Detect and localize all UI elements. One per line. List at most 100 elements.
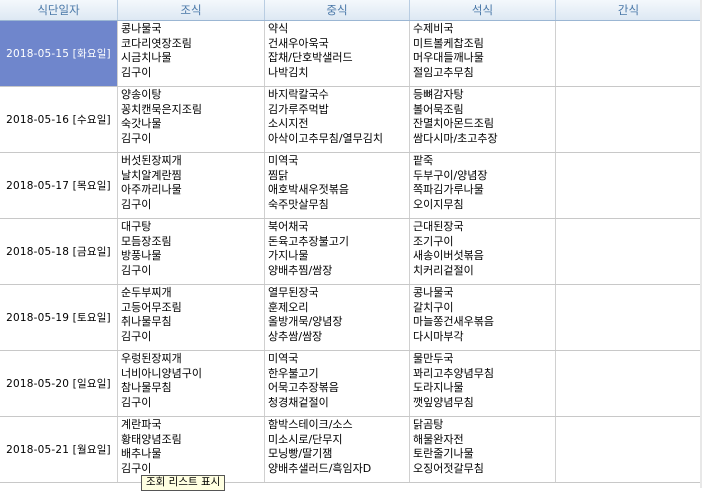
breakfast-cell[interactable]: 순두부찌개 고등어무조림 취나물무침 김구이 (118, 285, 265, 350)
dinner-cell[interactable]: 닭곰탕 해물완자전 토란줄기나물 오징어젓갈무침 (410, 417, 556, 482)
lunch-cell[interactable]: 북어채국 돈육고추장불고기 가지나물 양배추찜/쌈장 (265, 219, 410, 284)
menu-item: 김가루주먹밥 (268, 102, 329, 116)
lunch-cell[interactable]: 미역국 찜닭 애호박새우젓볶음 숙주맛살무침 (265, 153, 410, 218)
snack-cell[interactable] (556, 417, 702, 482)
menu-item: 도라지나물 (413, 381, 464, 394)
menu-item: 미역국 (268, 352, 299, 365)
lunch-cell[interactable]: 열무된장국 훈제오리 올방개묵/양념장 상추쌈/쌈장 (265, 285, 410, 350)
menu-item: 잡채/단호박샐러드 (268, 51, 353, 64)
menu-item: 콩나물국 (413, 286, 454, 299)
menu-item: 훈제오리 (268, 300, 309, 314)
snack-cell[interactable] (556, 21, 702, 86)
breakfast-cell[interactable]: 우렁된장찌개 너비아니양념구이 참나물무침 김구이 (118, 351, 265, 416)
menu-item: 코다리엿장조림 (121, 36, 192, 50)
menu-item: 닭곰탕 (413, 418, 444, 431)
header-snack[interactable]: 간식 (556, 0, 702, 20)
menu-item: 양송이탕 (121, 88, 162, 101)
table-row[interactable]: 2018-05-15 [화요일] 콩나물국 코다리엿장조림 시금치나물 김구이 약식 건새우… (0, 21, 702, 87)
header-breakfast[interactable]: 조식 (118, 0, 265, 20)
menu-item: 가지나물 (268, 249, 309, 262)
menu-item: 오징어젓갈무침 (413, 461, 484, 475)
menu-item: 콩나물국 (121, 22, 162, 35)
table-row[interactable]: 2018-05-16 [수요일] 양송이탕 꽁치캔묵은지조림 숙갓나물 김구이 바지락칼국… (0, 87, 702, 153)
breakfast-cell[interactable]: 버섯된장찌개 날치알계란찜 아주까리나물 김구이 (118, 153, 265, 218)
menu-item: 꽁치캔묵은지조림 (121, 102, 202, 116)
menu-item: 버섯된장찌개 (121, 154, 182, 167)
table-row[interactable]: 2018-05-17 [목요일] 버섯된장찌개 날치알계란찜 아주까리나물 김구이 미역국… (0, 153, 702, 219)
breakfast-cell[interactable]: 양송이탕 꽁치캔묵은지조림 숙갓나물 김구이 (118, 87, 265, 152)
menu-item: 건새우아욱국 (268, 36, 329, 50)
menu-item: 상추쌈/쌈장 (268, 329, 323, 343)
menu-item: 우렁된장찌개 (121, 352, 182, 365)
dinner-cell[interactable]: 수제비국 미트볼케찹조림 머우대들깨나물 절임고추무침 (410, 21, 556, 86)
header-lunch[interactable]: 중식 (265, 0, 410, 20)
breakfast-cell[interactable]: 계란파국 황태양념조림 배추나물 김구이 (118, 417, 265, 482)
snack-cell[interactable] (556, 285, 702, 350)
snack-cell[interactable] (556, 87, 702, 152)
menu-item: 미역국 (268, 154, 299, 167)
header-date[interactable]: 식단일자 (0, 0, 118, 20)
dinner-cell[interactable]: 근대된장국 조기구이 새송이버섯볶음 치커리겉절이 (410, 219, 556, 284)
menu-item: 참나물무침 (121, 381, 172, 394)
menu-item: 팥죽 (413, 154, 434, 167)
menu-item: 바지락칼국수 (268, 88, 329, 101)
lunch-cell[interactable]: 미역국 한우불고기 어묵고추장볶음 청경채겉절이 (265, 351, 410, 416)
menu-item: 함박스테이크/소스 (268, 418, 353, 431)
menu-item: 등뼈감자탕 (413, 88, 464, 101)
date-cell[interactable]: 2018-05-15 [화요일] (0, 21, 118, 86)
date-cell[interactable]: 2018-05-20 [일요일] (0, 351, 118, 416)
menu-item: 소시지전 (268, 117, 309, 130)
menu-item: 북어채국 (268, 220, 309, 233)
menu-item: 숙갓나물 (121, 117, 162, 130)
lunch-cell[interactable]: 함박스테이크/소스 미소시로/단무지 모닝빵/딸기잼 양배추샐러드/흑임자D (265, 417, 410, 482)
date-cell[interactable]: 2018-05-17 [목요일] (0, 153, 118, 218)
menu-item: 갈치구이 (413, 300, 454, 314)
menu-item: 취나물무침 (121, 315, 172, 328)
menu-item: 조기구이 (413, 234, 454, 248)
dinner-cell[interactable]: 팥죽 두부구이/양념장 쪽파김가루나물 오이지무침 (410, 153, 556, 218)
menu-item: 머우대들깨나물 (413, 51, 484, 64)
menu-item: 마늘쫑건새우볶음 (413, 315, 494, 328)
menu-item: 나박김치 (268, 65, 309, 79)
table-row[interactable]: 2018-05-21 [월요일] 계란파국 황태양념조림 배추나물 김구이 함박스테이크/… (0, 417, 702, 483)
date-cell[interactable]: 2018-05-21 [월요일] (0, 417, 118, 482)
menu-item: 청경채겉절이 (268, 395, 329, 409)
menu-item: 쌈다시마/초고추장 (413, 131, 498, 145)
dinner-cell[interactable]: 콩나물국 갈치구이 마늘쫑건새우볶음 다시마부각 (410, 285, 556, 350)
menu-item: 방풍나물 (121, 249, 162, 262)
menu-item: 두부구이/양념장 (413, 168, 488, 182)
snack-cell[interactable] (556, 153, 702, 218)
breakfast-cell[interactable]: 대구탕 모듬장조림 방풍나물 김구이 (118, 219, 265, 284)
date-cell[interactable]: 2018-05-18 [금요일] (0, 219, 118, 284)
breakfast-cell[interactable]: 콩나물국 코다리엿장조림 시금치나물 김구이 (118, 21, 265, 86)
table-row[interactable]: 2018-05-19 [토요일] 순두부찌개 고등어무조림 취나물무침 김구이 열무된장국… (0, 285, 702, 351)
menu-item: 아주까리나물 (121, 183, 182, 196)
menu-item: 미트볼케찹조림 (413, 36, 484, 50)
menu-item: 미소시로/단무지 (268, 432, 343, 446)
menu-item: 모닝빵/딸기잼 (268, 447, 333, 460)
lunch-cell[interactable]: 약식 건새우아욱국 잡채/단호박샐러드 나박김치 (265, 21, 410, 86)
menu-item: 김구이 (121, 461, 152, 475)
header-dinner[interactable]: 석식 (410, 0, 556, 20)
menu-item: 물만두국 (413, 352, 454, 365)
menu-item: 수제비국 (413, 22, 454, 35)
menu-item: 김구이 (121, 329, 152, 343)
table-row[interactable]: 2018-05-20 [일요일] 우렁된장찌개 너비아니양념구이 참나물무침 김구이 미역… (0, 351, 702, 417)
snack-cell[interactable] (556, 219, 702, 284)
menu-item: 올방개묵/양념장 (268, 315, 343, 328)
menu-item: 너비아니양념구이 (121, 366, 202, 380)
lunch-cell[interactable]: 바지락칼국수 김가루주먹밥 소시지전 아삭이고추무침/열무김치 (265, 87, 410, 152)
menu-item: 오이지무침 (413, 197, 464, 211)
dinner-cell[interactable]: 등뼈감자탕 볼어묵조림 잔멸치아몬드조림 쌈다시마/초고추장 (410, 87, 556, 152)
menu-item: 날치알계란찜 (121, 168, 182, 182)
menu-item: 근대된장국 (413, 220, 464, 233)
menu-item: 깻잎양념무침 (413, 395, 474, 409)
date-cell[interactable]: 2018-05-19 [토요일] (0, 285, 118, 350)
menu-item: 돈육고추장불고기 (268, 234, 349, 248)
snack-cell[interactable] (556, 351, 702, 416)
dinner-cell[interactable]: 물만두국 꽈리고추양념무침 도라지나물 깻잎양념무침 (410, 351, 556, 416)
menu-item: 숙주맛살무침 (268, 197, 329, 211)
menu-item: 김구이 (121, 65, 152, 79)
date-cell[interactable]: 2018-05-16 [수요일] (0, 87, 118, 152)
table-row[interactable]: 2018-05-18 [금요일] 대구탕 모듬장조림 방풍나물 김구이 북어채국 돈육고추장… (0, 219, 702, 285)
